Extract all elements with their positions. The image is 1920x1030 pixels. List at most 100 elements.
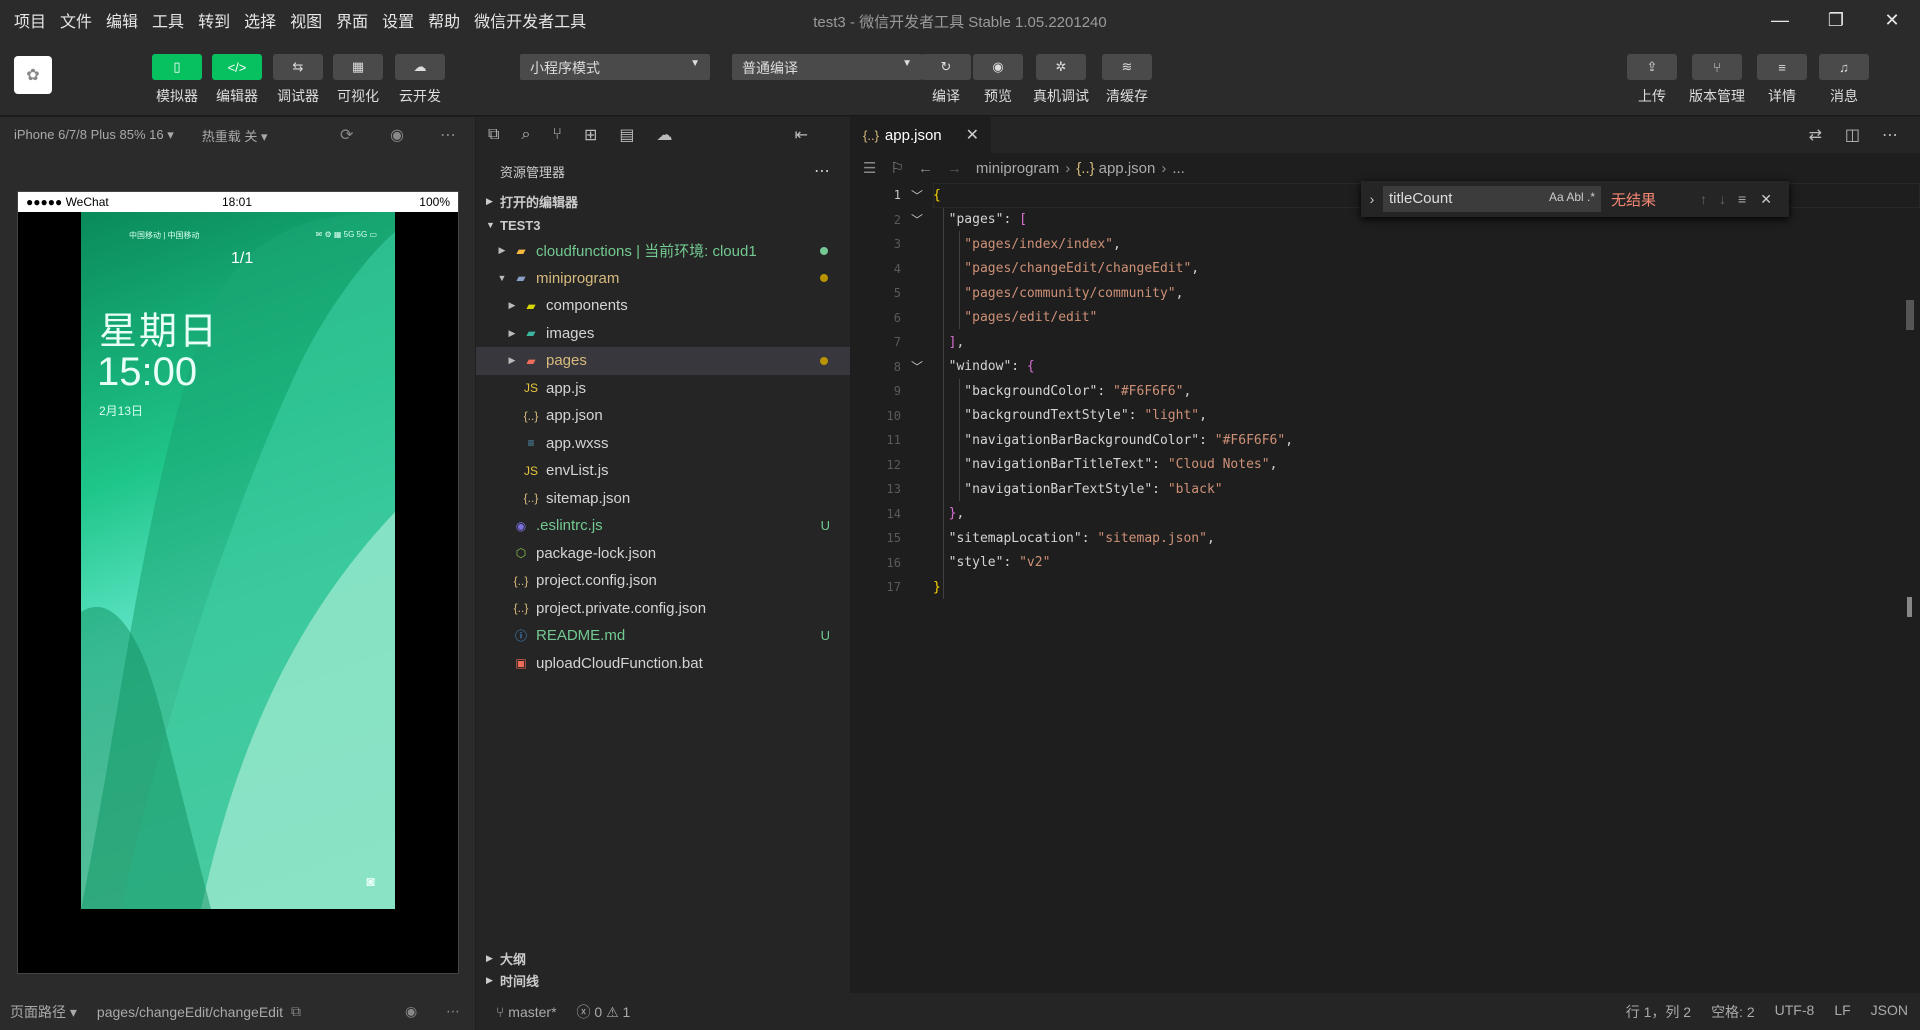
close-icon[interactable]: ✕ [966,125,979,145]
forward-arrow-icon[interactable]: → [947,160,962,177]
cursor-position[interactable]: 行 1，列 2 [1626,1002,1691,1022]
file-tree-item[interactable]: ▶ ▰ components [476,292,850,320]
collapse-panel-icon[interactable]: ⇤ [795,125,808,145]
code-line[interactable]: 14 }, [851,502,1920,527]
code-line[interactable]: 4 "pages/changeEdit/changeEdit", [851,257,1920,282]
camera-icon[interactable]: ◙ [367,873,375,889]
breadcrumb-file[interactable]: app.json [1099,160,1156,177]
menu-item[interactable]: 编辑 [106,8,138,32]
minimize-icon[interactable]: — [1752,0,1808,40]
compare-icon[interactable]: ⇄ [1809,125,1822,145]
menu-item[interactable]: 帮助 [428,8,460,32]
code-line[interactable]: 8 ﹀ "window": { [851,355,1920,380]
code-line[interactable]: 17} [851,575,1920,600]
toolbar-button[interactable]: </> 编辑器 [209,54,265,106]
eye-icon[interactable]: ◉ [405,1003,417,1020]
fold-chevron-icon[interactable]: ﹀ [901,187,933,204]
toolbar-button[interactable]: ♫ 消息 [1816,54,1872,106]
code-line[interactable]: 12 "navigationBarTitleText": "Cloud Note… [851,453,1920,478]
toolbar-button[interactable]: ⑂ 版本管理 [1689,54,1745,106]
code-area[interactable]: 1 ﹀{2 ﹀ "pages": [3 "pages/index/index", 4 … [851,183,1920,600]
toolbar-button[interactable]: ⇪ 上传 [1624,54,1680,106]
code-line[interactable]: 10 "backgroundTextStyle": "light", [851,404,1920,429]
bookmark-icon[interactable]: ⚐ [890,159,903,177]
fold-chevron-icon[interactable]: ﹀ [901,358,933,375]
file-tree-item[interactable]: ▶ ▰ cloudfunctions | 当前环境: cloud1 [476,237,850,265]
menu-item[interactable]: 界面 [336,8,368,32]
code-line[interactable]: 7 ], [851,330,1920,355]
page-path-select[interactable]: 页面路径 ▾ [10,1002,77,1022]
file-tree-item[interactable]: {..} app.json [476,402,850,430]
code-line[interactable]: 9 "backgroundColor": "#F6F6F6", [851,379,1920,404]
menu-item[interactable]: 文件 [60,8,92,32]
source-control-icon[interactable]: ⑂ [552,126,562,144]
file-tree-item[interactable]: ▼ ▰ miniprogram [476,265,850,293]
code-line[interactable]: 6 "pages/edit/edit" [851,306,1920,331]
previous-match-icon[interactable]: ↑ [1700,191,1707,207]
cloud-icon[interactable]: ☁ [657,125,673,145]
indentation[interactable]: 空格: 2 [1711,1002,1755,1022]
more-icon[interactable]: ⋯ [1882,125,1898,145]
file-tree-item[interactable]: JS app.js [476,375,850,403]
encoding[interactable]: UTF-8 [1775,1002,1815,1022]
outline-section[interactable]: ▶ 大纲 [476,947,850,969]
breadcrumb-symbol[interactable]: ... [1172,160,1185,177]
project-section[interactable]: ▼ TEST3 [476,213,850,237]
back-arrow-icon[interactable]: ← [918,160,933,177]
more-icon[interactable]: ⋯ [814,161,830,181]
extensions-icon[interactable]: ⊞ [584,125,597,145]
list-icon[interactable]: ☰ [863,159,876,177]
toolbar-button[interactable]: ▦ 可视化 [330,54,386,106]
editor-scrollbar[interactable] [1906,300,1914,330]
search-icon[interactable]: ⌕ [521,126,530,144]
file-tree-item[interactable]: ⬡ package-lock.json [476,540,850,568]
file-tree-item[interactable]: {..} project.private.config.json [476,595,850,623]
find-input[interactable]: titleCount Aa Abl .* [1383,186,1601,212]
timeline-section[interactable]: ▶ 时间线 [476,969,850,991]
menu-item[interactable]: 选择 [244,8,276,32]
file-tree-item[interactable]: ▣ uploadCloudFunction.bat [476,650,850,678]
lockscreen-wallpaper[interactable]: 中国移动 | 中国移动 ✉ ⚙ ▦ 5G 5G ▭ 1/1 星期日 15:00 … [81,212,395,909]
file-tree-item[interactable]: ⓘ README.md U [476,622,850,650]
find-options[interactable]: Aa Abl .* [1549,190,1595,204]
device-select[interactable]: iPhone 6/7/8 Plus 85% 16 ▾ [14,127,174,143]
file-tree-item[interactable]: {..} project.config.json [476,567,850,595]
hot-reload-select[interactable]: 热重载 关 ▾ [202,126,268,145]
find-in-selection-icon[interactable]: ≡ [1738,191,1746,207]
toolbar-button[interactable]: ☁ 云开发 [392,54,448,106]
copy-icon[interactable]: ⧉ [291,1003,301,1020]
toggle-replace-icon[interactable]: › [1361,191,1383,207]
stop-icon[interactable]: ◉ [390,125,404,145]
toolbar-button[interactable]: ≡ 详情 [1754,54,1810,106]
toolbar-button[interactable]: ◉ 预览 [970,54,1026,106]
file-tree-item[interactable]: ≡ app.wxss [476,430,850,458]
file-tree-item[interactable]: JS envList.js [476,457,850,485]
toolbar-button[interactable]: ≋ 清缓存 [1099,54,1155,106]
toolbar-button[interactable]: ✲ 真机调试 [1033,54,1089,106]
code-line[interactable]: 5 "pages/community/community", [851,281,1920,306]
menu-item[interactable]: 转到 [198,8,230,32]
tab-app-json[interactable]: {..} app.json ✕ [851,117,991,153]
project-avatar[interactable]: ✿ [14,56,52,94]
close-find-icon[interactable]: ✕ [1760,191,1772,208]
menu-item[interactable]: 项目 [14,8,46,32]
mode-select[interactable]: 小程序模式 ▼ [520,54,710,80]
breadcrumb-folder[interactable]: miniprogram [976,160,1059,177]
file-tree-item[interactable]: ▶ ▰ pages [476,347,850,375]
toolbar-button[interactable]: ▯ 模拟器 [149,54,205,106]
open-editors-section[interactable]: ▶ 打开的编辑器 [476,189,850,213]
line-ending[interactable]: LF [1834,1002,1850,1022]
phone-screen[interactable]: ●●●●● WeChat 18:01 100% 中国移动 | 中国移动 ✉ ⚙ … [17,191,459,974]
menu-item[interactable]: 工具 [152,8,184,32]
menu-item[interactable]: 微信开发者工具 [474,8,586,32]
code-line[interactable]: 11 "navigationBarBackgroundColor": "#F6F… [851,428,1920,453]
code-line[interactable]: 13 "navigationBarTextStyle": "black" [851,477,1920,502]
file-tree-item[interactable]: ▶ ▰ images [476,320,850,348]
problems-count[interactable]: ⓧ 0 ⚠ 1 [577,1002,631,1022]
more-icon[interactable]: ⋯ [440,125,456,145]
rotate-icon[interactable]: ⟳ [340,125,353,145]
storage-icon[interactable]: ▤ [619,125,634,145]
fold-chevron-icon[interactable]: ﹀ [901,211,933,228]
file-tree-item[interactable]: ◉ .eslintrc.js U [476,512,850,540]
code-line[interactable]: 3 "pages/index/index", [851,232,1920,257]
